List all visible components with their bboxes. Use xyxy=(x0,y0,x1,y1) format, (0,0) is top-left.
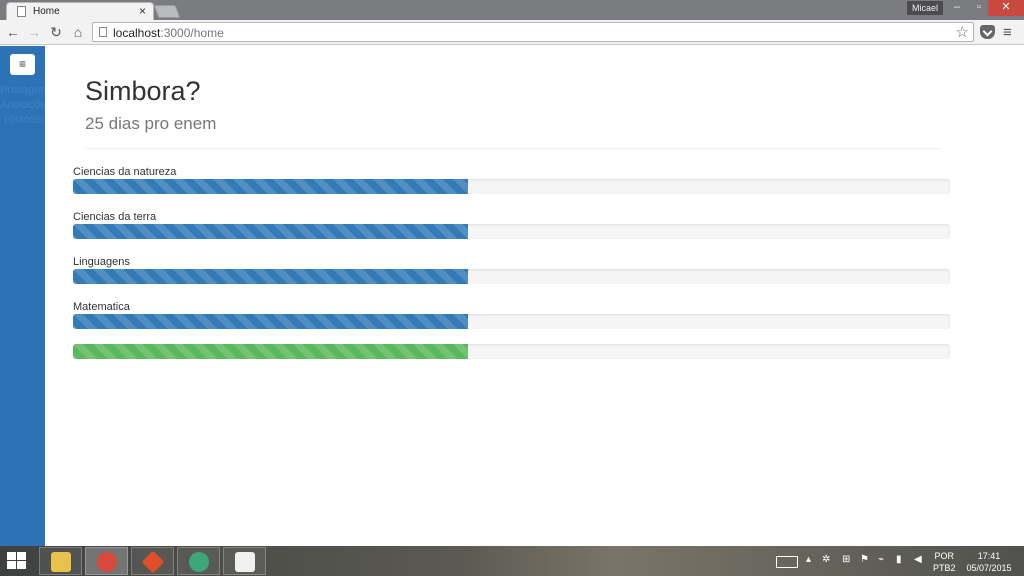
sidebar: ≡ Postagem Anotações Histórico xyxy=(0,46,45,546)
progress-bar xyxy=(73,344,950,359)
minimize-button[interactable]: – xyxy=(946,0,968,16)
start-button[interactable] xyxy=(7,552,27,570)
system-clock[interactable]: 17:41 05/07/2015 xyxy=(964,550,1014,574)
progress-fill xyxy=(73,344,468,359)
close-window-button[interactable]: ✕ xyxy=(988,0,1024,16)
slack-icon xyxy=(235,552,255,572)
keyboard-layout: PTB2 xyxy=(933,563,956,573)
network-icon[interactable]: ▮ xyxy=(896,554,902,565)
show-hidden-icons-icon[interactable]: ▴ xyxy=(806,554,811,565)
tray-windows-icon[interactable]: ⊞ xyxy=(842,554,850,565)
clock-date: 05/07/2015 xyxy=(966,563,1012,573)
git-icon xyxy=(141,550,165,574)
sidebar-link-anotacoes[interactable]: Anotações xyxy=(0,99,45,111)
tab-title: Home xyxy=(33,6,60,17)
browser-toolbar: ← → ↻ ⌂ localhost:3000/home ☆ ≡ xyxy=(0,20,1024,45)
volume-icon[interactable]: ◀ xyxy=(914,554,922,565)
progress-bar xyxy=(73,314,950,329)
chrome-menu-icon[interactable]: ≡ xyxy=(1003,24,1012,41)
url-path: :3000/home xyxy=(160,26,224,40)
progress-label: Matematica xyxy=(73,301,130,313)
sidebar-link-historico[interactable]: Histórico xyxy=(4,114,45,126)
chrome-icon xyxy=(97,552,117,572)
sidebar-toggle-button[interactable]: ≡ xyxy=(10,54,35,75)
back-button[interactable]: ← xyxy=(4,23,22,41)
windows-taskbar: ▴ ✲ ⊞ ⚑ ⌁ ▮ ◀ POR PTB2 17:41 05/07/2015 xyxy=(0,546,1024,576)
power-icon[interactable]: ⌁ xyxy=(878,554,884,565)
input-language[interactable]: POR PTB2 xyxy=(933,550,956,574)
keyboard-icon[interactable] xyxy=(776,556,798,568)
profile-badge[interactable]: Micael xyxy=(907,1,943,15)
forward-button[interactable]: → xyxy=(25,23,43,41)
browser-tab-home[interactable]: Home × xyxy=(6,2,154,20)
maximize-button[interactable]: ▫ xyxy=(968,0,990,16)
taskbar-file-explorer[interactable] xyxy=(39,547,82,575)
progress-label: Ciencias da terra xyxy=(73,211,157,223)
progress-label: Linguagens xyxy=(73,256,130,268)
pocket-extension-icon[interactable] xyxy=(980,25,995,39)
page-subtitle: 25 dias pro enem xyxy=(85,114,217,133)
divider xyxy=(85,148,940,149)
progress-fill xyxy=(73,269,468,284)
url-text[interactable]: localhost:3000/home xyxy=(113,26,224,40)
page-title: Simbora? xyxy=(85,76,201,106)
clock-time: 17:41 xyxy=(977,551,1001,561)
progress-fill xyxy=(73,224,468,239)
taskbar-git[interactable] xyxy=(131,547,174,575)
page-icon xyxy=(17,6,26,17)
taskbar-atom[interactable] xyxy=(177,547,220,575)
browser-titlebar: Home × Micael – ▫ ✕ xyxy=(0,0,1024,20)
progress-fill xyxy=(73,314,468,329)
home-button[interactable]: ⌂ xyxy=(69,23,87,41)
progress-bar xyxy=(73,179,950,194)
progress-bar xyxy=(73,224,950,239)
file-explorer-icon xyxy=(51,552,71,572)
action-center-flag-icon[interactable]: ⚑ xyxy=(860,554,869,565)
atom-icon xyxy=(189,552,209,572)
progress-fill xyxy=(73,179,468,194)
url-host: localhost xyxy=(113,26,161,40)
page-icon xyxy=(99,27,107,37)
progress-bar xyxy=(73,269,950,284)
address-bar[interactable]: localhost:3000/home ☆ xyxy=(92,22,974,42)
bookmark-star-icon[interactable]: ☆ xyxy=(956,23,969,41)
progress-label: Ciencias da natureza xyxy=(73,166,177,178)
reload-button[interactable]: ↻ xyxy=(47,23,65,41)
sidebar-link-postagem[interactable]: Postagem xyxy=(0,84,45,96)
tab-close-icon[interactable]: × xyxy=(139,4,146,18)
new-tab-button[interactable] xyxy=(153,5,181,18)
language-code: POR xyxy=(934,551,955,561)
taskbar-chrome[interactable] xyxy=(85,547,128,575)
taskbar-slack[interactable] xyxy=(223,547,266,575)
main-content: Simbora? 25 dias pro enem Ciencias da na… xyxy=(45,46,1024,546)
tray-settings-icon[interactable]: ✲ xyxy=(822,554,830,565)
